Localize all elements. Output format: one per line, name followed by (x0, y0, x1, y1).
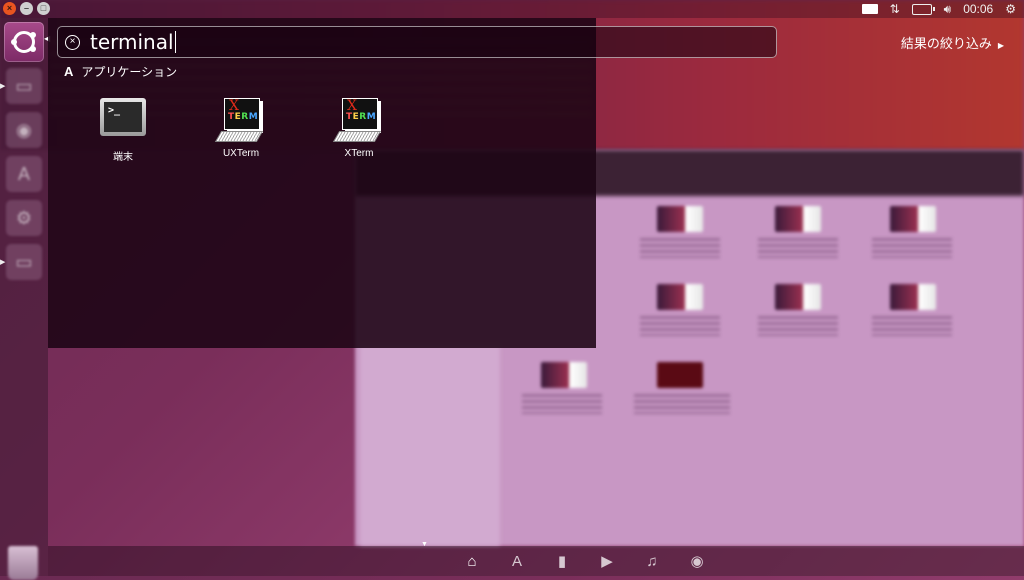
launcher-software-center-icon[interactable]: A (6, 156, 42, 192)
background-thumbnail-caption (522, 394, 602, 414)
background-thumbnail-caption (640, 238, 720, 258)
clear-search-icon[interactable]: × (65, 34, 80, 50)
applications-category-icon: A (64, 64, 74, 79)
photo-lens-icon[interactable]: ◉ (685, 549, 709, 573)
launcher: ◀ ▶ ▭ ◉ A ⚙ ▶ ▭ (0, 18, 50, 580)
applications-lens-icon[interactable]: A (505, 549, 529, 573)
background-thumbnail (890, 206, 936, 232)
home-lens-icon[interactable]: ⌂ (460, 549, 484, 573)
app-label: UXTerm (222, 148, 260, 159)
category-title: アプリケーション (81, 65, 178, 79)
background-thumbnail-caption (634, 394, 730, 414)
lens-bar: ⌂ A ▮ ▶ ♫ ◉ (48, 546, 1024, 576)
app-result-uxterm[interactable]: X TERM UXTerm (186, 98, 296, 159)
background-thumbnail (541, 362, 587, 388)
background-thumbnail (657, 284, 703, 310)
trash-icon[interactable] (8, 546, 38, 580)
launcher-settings-icon[interactable]: ⚙ (6, 200, 42, 236)
background-file-manager-sidebar (360, 345, 500, 546)
running-indicator-icon: ▶ (0, 259, 6, 266)
window-controls: × – □ (3, 2, 50, 15)
dash-home-button[interactable] (4, 22, 44, 62)
minimize-icon[interactable]: – (20, 2, 33, 15)
background-thumbnail-caption (758, 238, 838, 258)
terminal-prompt: >_ (104, 102, 142, 132)
lens-list: ⌂ A ▮ ▶ ♫ ◉ (460, 546, 709, 576)
launcher-files-icon[interactable]: ▭ (6, 68, 42, 104)
ubuntu-logo-icon (11, 31, 36, 53)
running-indicator-icon: ▶ (0, 83, 6, 90)
network-indicator-icon[interactable]: ⇅ (890, 2, 900, 16)
gear-icon[interactable]: ⚙ (1005, 2, 1016, 16)
background-thumbnail-caption (758, 316, 838, 336)
background-thumbnail (890, 284, 936, 310)
background-thumbnail (775, 206, 821, 232)
app-result-terminal[interactable]: >_ 端末 (68, 98, 178, 163)
background-thumbnail-caption (872, 238, 952, 258)
background-thumbnail (775, 284, 821, 310)
category-header: A アプリケーション (64, 63, 177, 80)
app-label: XTerm (344, 148, 374, 159)
search-input[interactable]: × terminal (57, 26, 777, 58)
background-thumbnail (657, 362, 703, 388)
clock[interactable]: 00:06 (963, 2, 993, 16)
top-panel: × – □ ⇅ 🔊︎ 00:06 ⚙ (0, 0, 1024, 18)
launcher-terminal-icon[interactable]: ▭ (6, 244, 42, 280)
battery-indicator-icon[interactable] (911, 3, 935, 15)
filter-results-button[interactable]: 結果の絞り込み ▶ (901, 33, 1004, 52)
xterm-icon: X TERM (332, 98, 382, 144)
video-lens-icon[interactable]: ▶ (595, 549, 619, 573)
xterm-icon: X TERM (214, 98, 264, 144)
maximize-icon[interactable]: □ (37, 2, 50, 15)
search-query[interactable]: terminal (90, 30, 174, 54)
volume-indicator-icon[interactable]: 🔊︎ (944, 2, 952, 17)
background-thumbnail-caption (872, 316, 952, 336)
text-caret (174, 31, 176, 53)
app-label: 端末 (113, 152, 133, 163)
terminal-icon: >_ (100, 98, 146, 136)
filter-results-label: 結果の絞り込み (900, 36, 992, 51)
background-thumbnail-caption (640, 316, 720, 336)
background-thumbnail (657, 206, 703, 232)
files-lens-icon[interactable]: ▮ (550, 549, 574, 573)
app-result-xterm[interactable]: X TERM XTerm (304, 98, 414, 159)
indicator-area: ⇅ 🔊︎ 00:06 ⚙ (861, 0, 1016, 18)
music-lens-icon[interactable]: ♫ (640, 549, 664, 573)
launcher-firefox-icon[interactable]: ◉ (6, 112, 42, 148)
close-icon[interactable]: × (3, 2, 16, 15)
chevron-right-icon: ▶ (997, 41, 1004, 50)
keyboard-indicator-icon[interactable] (861, 4, 878, 14)
